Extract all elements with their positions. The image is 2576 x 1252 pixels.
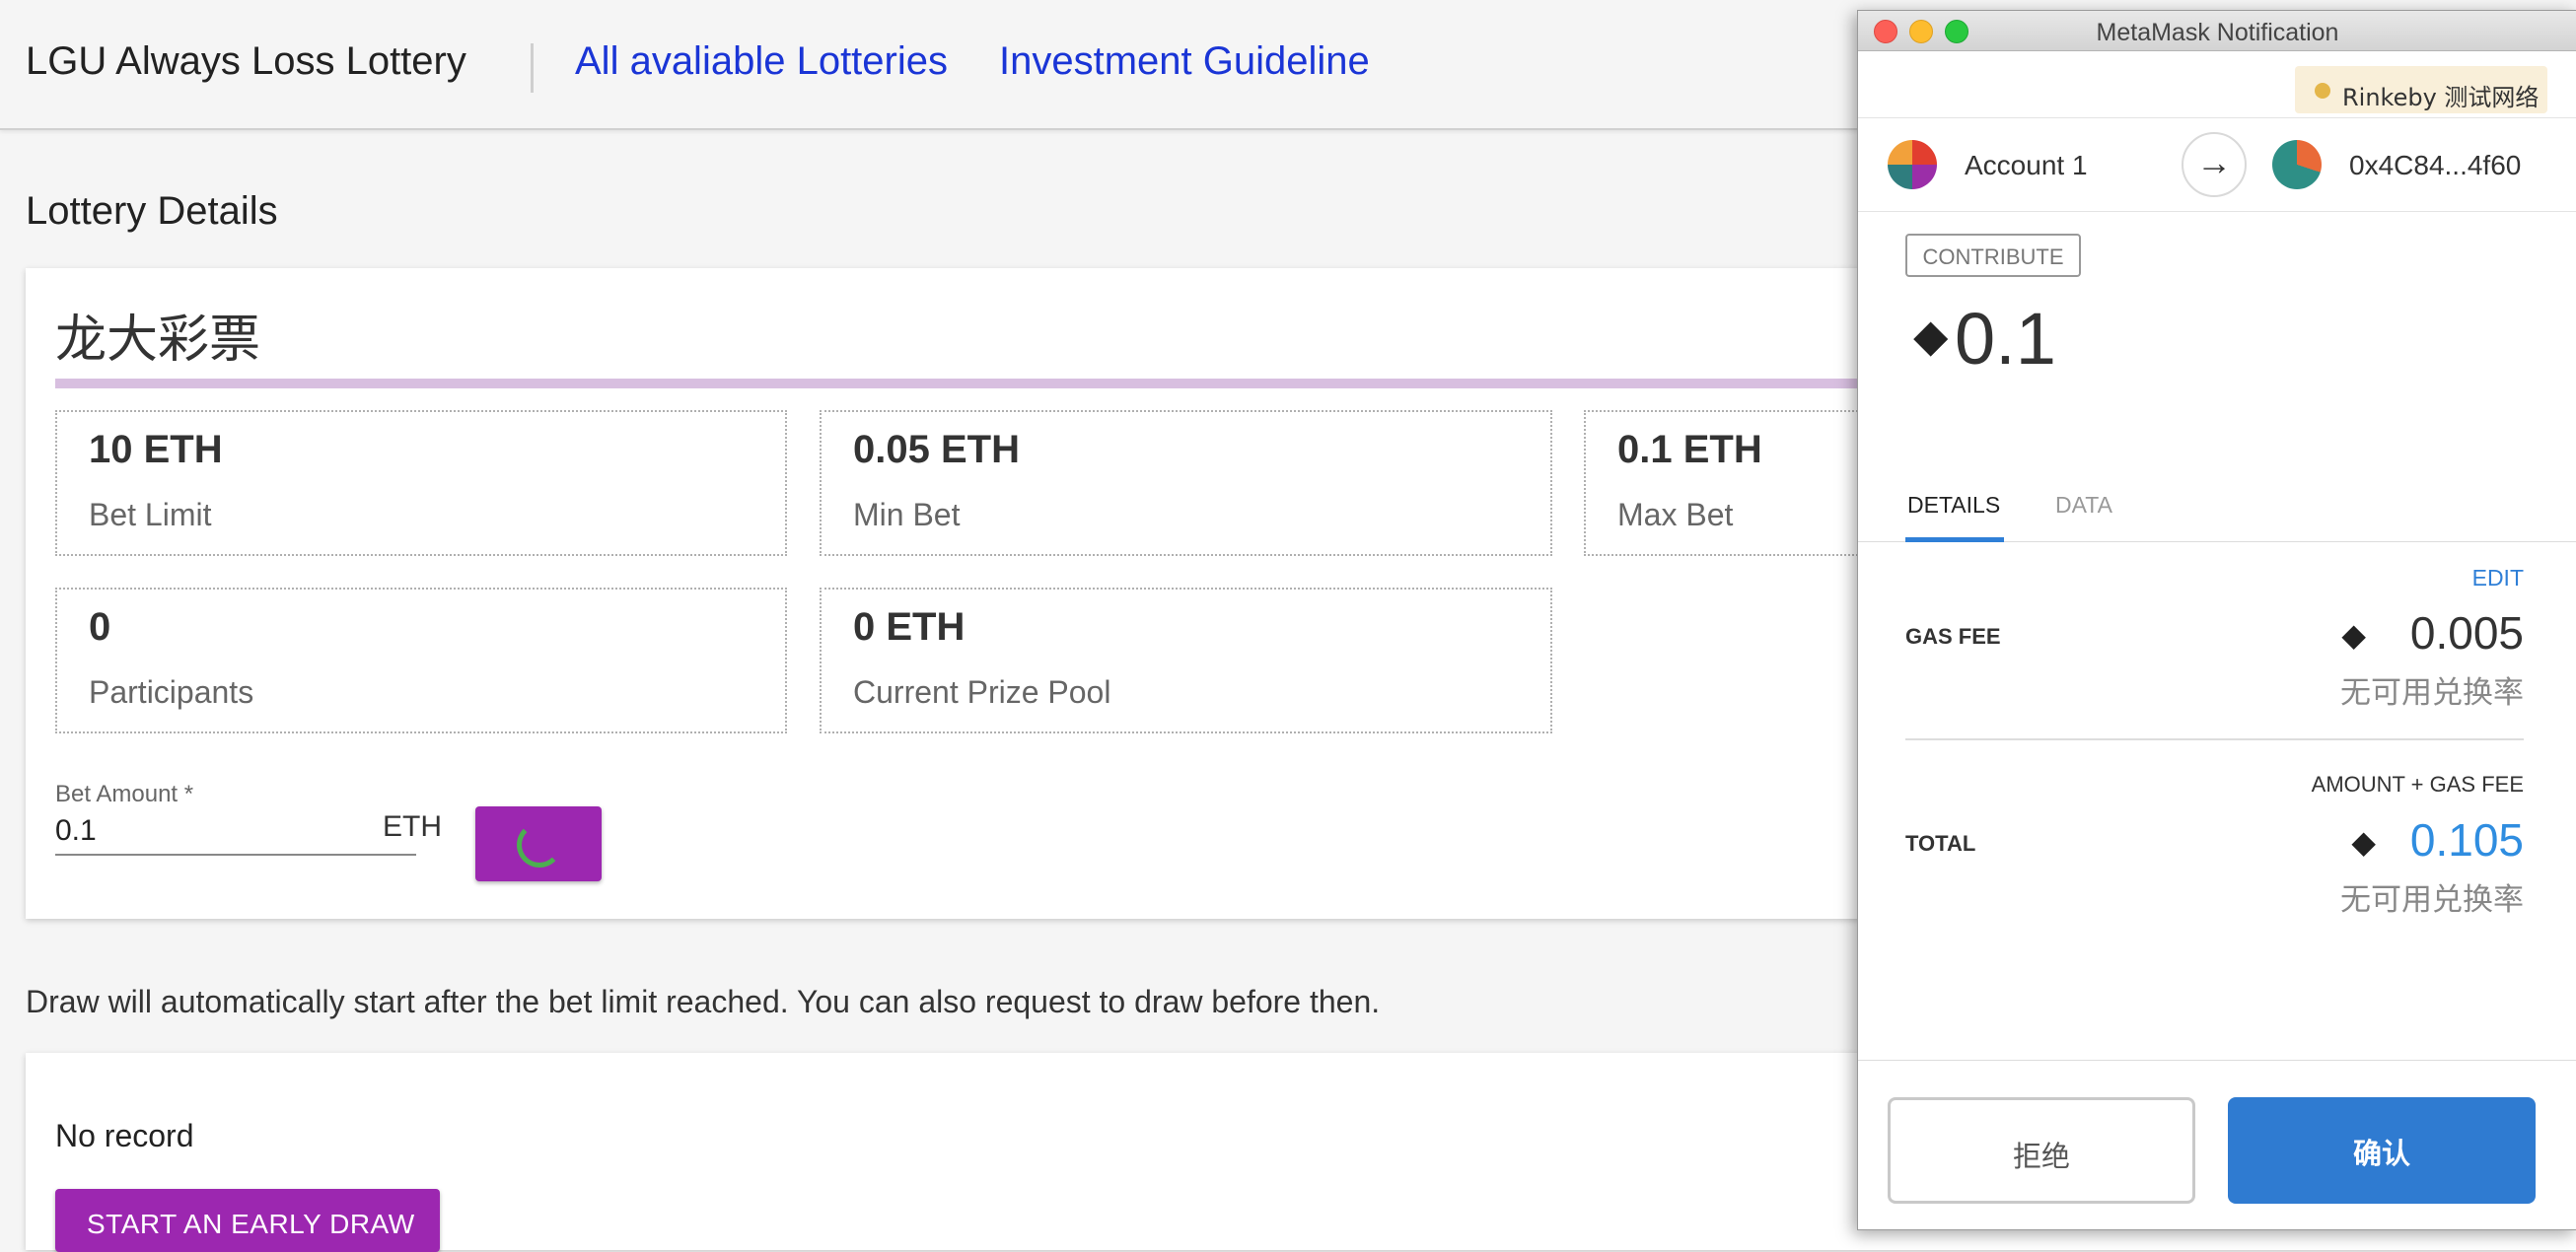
ethereum-diamond-icon: ◆ <box>2351 824 2376 860</box>
active-tab-indicator <box>1905 537 2004 542</box>
network-status-dot-icon <box>2315 83 2330 99</box>
ethereum-diamond-icon: ◆ <box>2341 617 2366 653</box>
total-label: TOTAL <box>1905 831 1976 856</box>
total-fiat: 无可用兑换率 <box>2340 882 2524 918</box>
network-name: Rinkeby 测试网络 <box>2342 84 2540 111</box>
stat-value: 0.05 ETH <box>853 428 1020 471</box>
loading-spinner-icon <box>517 822 562 868</box>
total-value: 0.105 <box>2409 814 2524 866</box>
bet-amount-label: Bet Amount * <box>55 781 194 807</box>
to-address[interactable]: 0x4C84...4f60 <box>2349 150 2521 181</box>
stat-value: 0 ETH <box>853 605 966 649</box>
gas-fee-label: GAS FEE <box>1905 624 2001 649</box>
edit-gas-link[interactable]: EDIT <box>2472 565 2524 591</box>
details-tabs: DETAILS DATA <box>1858 464 2576 542</box>
no-record-text: No record <box>55 1118 194 1153</box>
stat-label: Bet Limit <box>89 497 212 532</box>
stat-min-bet: 0.05 ETH Min Bet <box>820 410 1552 556</box>
transaction-amount: 0.1 <box>1955 298 2056 380</box>
lottery-name: 龙大彩票 <box>55 311 261 370</box>
tab-details[interactable]: DETAILS <box>1907 492 2000 519</box>
stat-value: 10 ETH <box>89 428 223 471</box>
gas-fee-fiat: 无可用兑换率 <box>2340 675 2524 711</box>
confirm-label: 确认 <box>2352 1137 2410 1170</box>
window-title: MetaMask Notification <box>2096 19 2339 46</box>
early-draw-button[interactable]: START AN EARLY DRAW <box>55 1189 440 1252</box>
window-titlebar: MetaMask Notification <box>1858 11 2576 51</box>
transfer-arrow: → <box>2182 132 2247 197</box>
reject-button[interactable]: 拒绝 <box>1888 1097 2195 1204</box>
nav-link-investment-guideline[interactable]: Investment Guideline <box>999 39 1370 84</box>
from-account-name: Account 1 <box>1965 150 2088 180</box>
stat-label: Participants <box>89 674 254 710</box>
bet-unit: ETH <box>383 810 442 843</box>
amount-gas-label: AMOUNT + GAS FEE <box>2311 772 2524 797</box>
tab-data[interactable]: DATA <box>2055 492 2112 519</box>
stat-label: Max Bet <box>1617 497 1734 532</box>
brand-title[interactable]: LGU Always Loss Lottery <box>26 39 466 84</box>
right-arrow-icon: → <box>2196 142 2232 182</box>
gas-fee-value: 0.005 <box>2409 607 2524 659</box>
stat-value: 0 <box>89 605 111 649</box>
reject-label: 拒绝 <box>2012 1140 2070 1173</box>
stat-bet-limit: 10 ETH Bet Limit <box>55 410 787 556</box>
stat-participants: 0 Participants <box>55 588 787 733</box>
from-account-avatar <box>1888 140 1937 189</box>
stat-label: Current Prize Pool <box>853 674 1111 710</box>
nav-divider <box>531 43 534 93</box>
page-title: Lottery Details <box>26 189 278 233</box>
confirm-button[interactable]: 确认 <box>2228 1097 2536 1204</box>
ethereum-diamond-icon: ◆ <box>1913 310 1949 361</box>
stat-prize-pool: 0 ETH Current Prize Pool <box>820 588 1552 733</box>
method-badge-label: CONTRIBUTE <box>1922 244 2064 269</box>
place-bet-button[interactable] <box>475 806 602 881</box>
to-address-avatar <box>2272 140 2322 189</box>
nav-link-all-lotteries[interactable]: All avaliable Lotteries <box>575 39 948 84</box>
account-row: Account 1 → 0x4C84...4f60 <box>1858 117 2576 212</box>
metamask-popup: MetaMask Notification Rinkeby 测试网络 Accou… <box>1857 10 2576 1230</box>
method-badge: CONTRIBUTE <box>1905 234 2081 277</box>
stat-label: Min Bet <box>853 497 961 532</box>
draw-note: Draw will automatically start after the … <box>26 984 1381 1019</box>
network-selector[interactable]: Rinkeby 测试网络 <box>2295 66 2547 113</box>
stat-value: 0.1 ETH <box>1617 428 1762 471</box>
divider <box>1905 738 2524 740</box>
bet-amount-input[interactable] <box>55 808 416 856</box>
early-draw-label: START AN EARLY DRAW <box>87 1209 415 1239</box>
